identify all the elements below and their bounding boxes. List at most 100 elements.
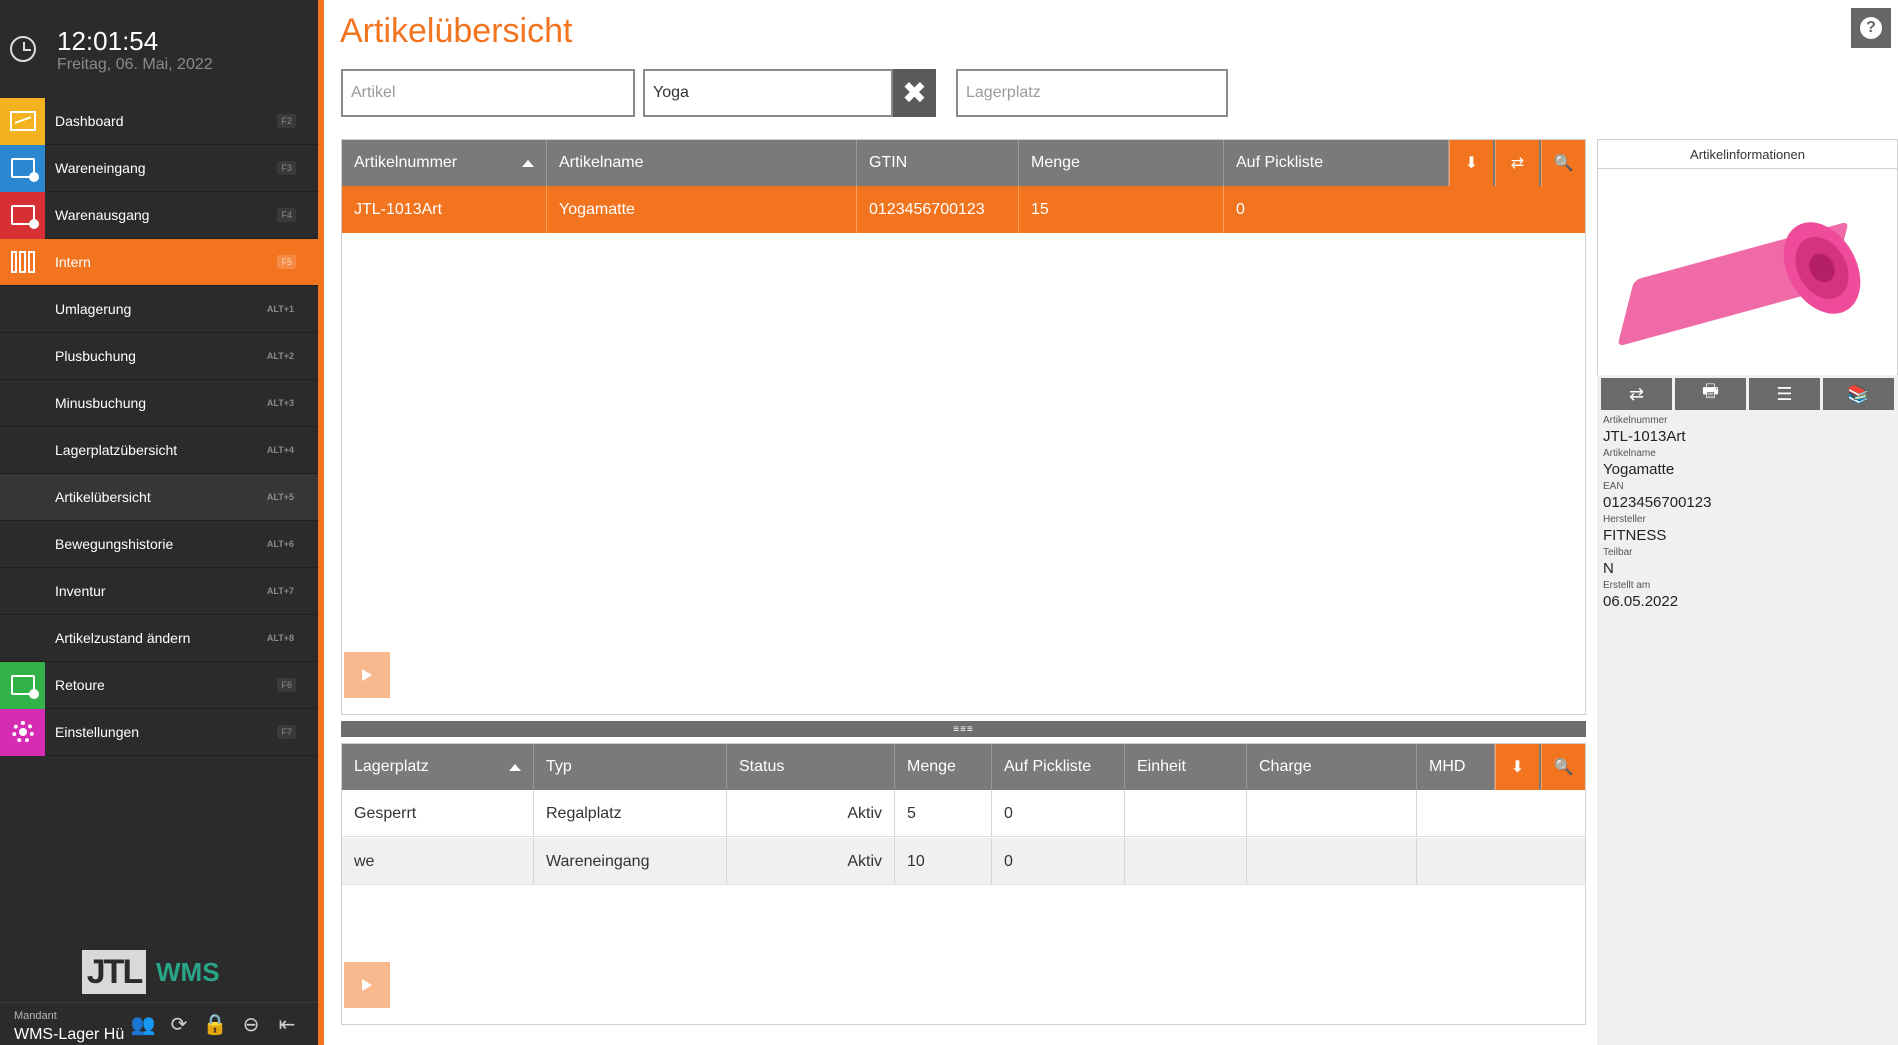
play-button[interactable] bbox=[344, 652, 390, 698]
clock-panel: 12:01:54 Freitag, 06. Mai, 2022 bbox=[0, 0, 318, 97]
book-icon[interactable]: 📚 bbox=[1823, 378, 1894, 410]
logout-icon[interactable]: ⇤ bbox=[276, 1013, 298, 1036]
col-status[interactable]: Status bbox=[727, 744, 895, 790]
nav-label: Umlagerung bbox=[55, 301, 132, 317]
shortcut-key: ALT+6 bbox=[266, 539, 294, 549]
search-button[interactable]: 🔍 bbox=[1541, 744, 1585, 790]
info-field-value: N bbox=[1603, 560, 1614, 577]
col-auf-pickliste[interactable]: Auf Pickliste bbox=[1224, 140, 1449, 186]
table-row[interactable]: Gesperrt Regalplatz Aktiv 5 0 bbox=[342, 790, 1585, 837]
table-row[interactable]: we Wareneingang Aktiv 10 0 bbox=[342, 838, 1585, 885]
cell: 0 bbox=[1236, 200, 1245, 218]
printer-icon[interactable]: 🖶 bbox=[1675, 378, 1746, 410]
nav-label: Plusbuchung bbox=[55, 348, 136, 364]
info-fields: Artikelnummer JTL-1013Art Artikelname Yogam… bbox=[1597, 415, 1898, 610]
name-input[interactable] bbox=[645, 71, 891, 115]
nav-plusbuchung[interactable]: Plusbuchung ALT+2 bbox=[0, 333, 318, 380]
info-actions: ⇄ 🖶 ☰ 📚 bbox=[1597, 375, 1898, 413]
nav-label: Minusbuchung bbox=[55, 395, 147, 411]
artikel-filter[interactable] bbox=[341, 69, 635, 117]
search-button[interactable]: 🔍 bbox=[1541, 140, 1585, 186]
download-button[interactable]: ⬇ bbox=[1449, 140, 1493, 186]
info-field-label: Artikelnummer bbox=[1603, 415, 1668, 426]
cell bbox=[1417, 838, 1585, 885]
cell: Aktiv bbox=[727, 790, 895, 837]
sidebar-footer: Mandant WMS-Lager Hü 👥 ⟳ 🔒 ⊖ ⇤ bbox=[0, 1002, 318, 1045]
download-button[interactable]: ⬇ bbox=[1495, 744, 1539, 790]
nav-intern[interactable]: Intern F5 bbox=[0, 239, 318, 286]
name-filter[interactable] bbox=[643, 69, 893, 117]
nav-bewegungshistorie[interactable]: Bewegungshistorie ALT+6 bbox=[0, 521, 318, 568]
cell bbox=[1247, 838, 1417, 885]
logo-jtl: JTL bbox=[82, 950, 146, 994]
inbox-icon bbox=[0, 144, 45, 192]
nav-artikeluebersicht[interactable]: Artikelübersicht ALT+5 bbox=[0, 474, 318, 521]
artikel-input[interactable] bbox=[343, 71, 633, 115]
info-field-value: 06.05.2022 bbox=[1603, 593, 1679, 610]
col-charge[interactable]: Charge bbox=[1247, 744, 1417, 790]
col-artikelnummer[interactable]: Artikelnummer bbox=[342, 140, 547, 186]
lagerplatz-input[interactable] bbox=[958, 71, 1226, 115]
clear-filter-button[interactable]: ✖ bbox=[893, 69, 936, 117]
nav-umlagerung[interactable]: Umlagerung ALT+1 bbox=[0, 286, 318, 333]
sync-icon[interactable]: ⟳ bbox=[168, 1013, 190, 1036]
col-artikelname[interactable]: Artikelname bbox=[547, 140, 857, 186]
col-auf-pickliste[interactable]: Auf Pickliste bbox=[992, 744, 1125, 790]
cell bbox=[1125, 838, 1247, 885]
col-menge[interactable]: Menge bbox=[1019, 140, 1224, 186]
col-typ[interactable]: Typ bbox=[534, 744, 727, 790]
nav-minusbuchung[interactable]: Minusbuchung ALT+3 bbox=[0, 380, 318, 427]
nav-lagerplatzuebersicht[interactable]: Lagerplatzübersicht ALT+4 bbox=[0, 427, 318, 474]
return-icon bbox=[0, 661, 45, 709]
nav-wareneingang[interactable]: Wareneingang F3 bbox=[0, 144, 318, 192]
minus-circle-icon[interactable]: ⊖ bbox=[240, 1013, 262, 1036]
cell: 15 bbox=[1019, 186, 1224, 233]
col-menge[interactable]: Menge bbox=[895, 744, 992, 790]
help-button[interactable]: ? bbox=[1851, 8, 1891, 48]
shortcut-key: ALT+7 bbox=[266, 586, 294, 596]
jtl-wms-logo: JTL WMS bbox=[82, 949, 242, 995]
col-einheit[interactable]: Einheit bbox=[1125, 744, 1247, 790]
cell: Regalplatz bbox=[534, 790, 727, 837]
nav-retoure[interactable]: Retoure F6 bbox=[0, 661, 318, 709]
sidebar: 12:01:54 Freitag, 06. Mai, 2022 Dashboar… bbox=[0, 0, 324, 1045]
product-image bbox=[1597, 169, 1898, 375]
lagerplatz-filter[interactable] bbox=[956, 69, 1228, 117]
info-header: Artikelinformationen bbox=[1597, 139, 1898, 169]
users-icon[interactable]: 👥 bbox=[131, 1013, 156, 1036]
nav-einstellungen[interactable]: Einstellungen F7 bbox=[0, 708, 318, 756]
play-button[interactable] bbox=[344, 962, 390, 1008]
col-lagerplatz[interactable]: Lagerplatz bbox=[342, 744, 534, 790]
nav-artikelzustand[interactable]: Artikelzustand ändern ALT+8 bbox=[0, 615, 318, 662]
shortcut-key: ALT+5 bbox=[266, 492, 294, 502]
shortcut-key: F5 bbox=[277, 255, 296, 269]
col-gtin[interactable]: GTIN bbox=[857, 140, 1019, 186]
transfer-button[interactable]: ⇄ bbox=[1495, 140, 1539, 186]
download-icon: ⬇ bbox=[1464, 155, 1479, 172]
info-field-label: Teilbar bbox=[1603, 547, 1633, 558]
nav-label: Warenausgang bbox=[55, 207, 150, 223]
nav-inventur[interactable]: Inventur ALT+7 bbox=[0, 568, 318, 615]
transfer-icon[interactable]: ⇄ bbox=[1601, 378, 1672, 410]
mandant-label: Mandant bbox=[14, 1010, 57, 1022]
cell: 5 bbox=[895, 790, 992, 837]
cell: Aktiv bbox=[727, 838, 895, 885]
shortcut-key: ALT+3 bbox=[266, 398, 294, 408]
nav-dashboard[interactable]: Dashboard F2 bbox=[0, 97, 318, 145]
nav-label: Dashboard bbox=[55, 113, 124, 129]
logo-wms: WMS bbox=[156, 956, 220, 987]
shortcut-key: F2 bbox=[277, 114, 296, 128]
shortcut-key: F4 bbox=[277, 208, 296, 222]
nav-label: Bewegungshistorie bbox=[55, 536, 174, 552]
col-mhd[interactable]: MHD bbox=[1417, 744, 1495, 790]
nav-warenausgang[interactable]: Warenausgang F4 bbox=[0, 191, 318, 239]
cell: 0 bbox=[992, 838, 1125, 885]
splitter-handle[interactable]: ≡≡≡ bbox=[341, 721, 1586, 737]
nav-label: Artikelzustand ändern bbox=[55, 630, 191, 646]
list-icon[interactable]: ☰ bbox=[1749, 378, 1820, 410]
table-row[interactable]: JTL-1013Art Yogamatte 0123456700123 15 0 bbox=[342, 186, 1585, 233]
lock-icon[interactable]: 🔒 bbox=[203, 1013, 228, 1036]
